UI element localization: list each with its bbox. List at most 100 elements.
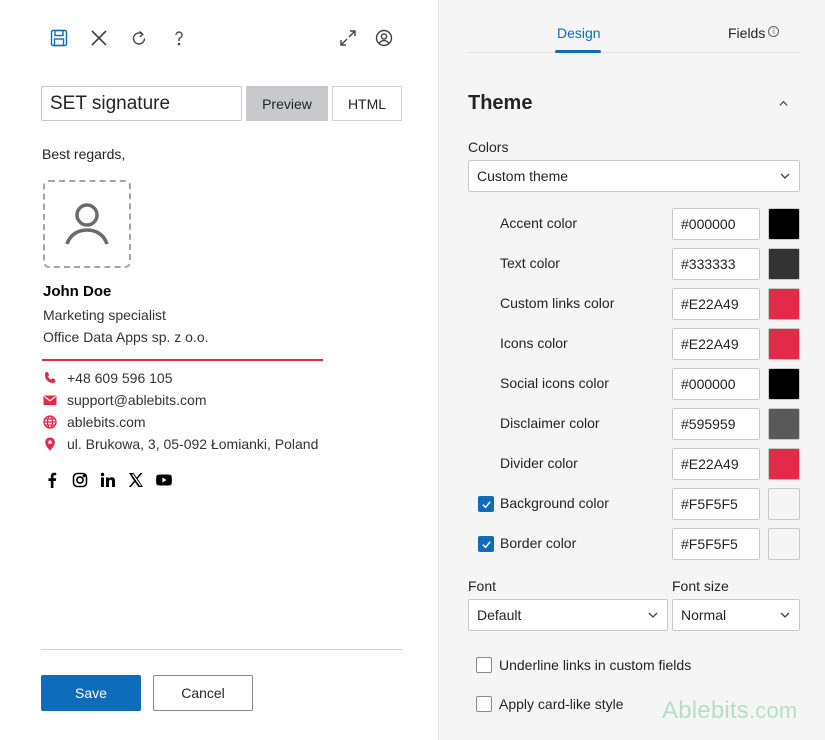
color-row-label: Custom links color [500,295,615,311]
color-row-label: Divider color [500,455,578,471]
colors-dropdown[interactable]: Custom theme [468,160,800,192]
card-style-checkbox[interactable] [476,696,492,712]
color-hex-input[interactable]: #F5F5F5 [672,528,760,560]
expand-icon[interactable] [337,27,359,49]
signature-greeting: Best regards, [42,146,126,162]
section-title-theme: Theme [468,92,533,114]
color-swatch[interactable] [768,448,800,480]
linkedin-icon[interactable] [100,472,116,488]
underline-links-option[interactable]: Underline links in custom fields [476,657,691,673]
color-row-label: Text color [500,255,560,271]
color-row-label: Background color [500,495,609,511]
refresh-icon[interactable] [128,27,150,49]
phone-icon [42,370,58,386]
signature-editor-pane: SET signature Preview HTML Best regards,… [0,0,438,740]
ablebits-logo: Ablebits.com [662,697,798,724]
x-icon[interactable] [128,472,144,488]
color-swatch[interactable] [768,528,800,560]
color-row-label: Accent color [500,215,578,231]
info-icon[interactable]: i [768,26,780,37]
signature-job-title: Marketing specialist [43,307,166,323]
signature-website: ablebits.com [42,414,146,430]
html-button[interactable]: HTML [332,86,402,121]
color-row-checkbox[interactable] [478,496,494,512]
card-style-option[interactable]: Apply card-like style [476,696,624,712]
preview-button[interactable]: Preview [246,86,328,121]
signature-address: ul. Brukowa, 3, 05-092 Łomianki, Poland [42,436,318,452]
color-swatch[interactable] [768,248,800,280]
color-swatch[interactable] [768,328,800,360]
signature-email-text[interactable]: support@ablebits.com [67,392,207,408]
color-swatch[interactable] [768,208,800,240]
color-row-label: Icons color [500,335,568,351]
help-icon[interactable] [168,27,190,49]
font-size-dropdown[interactable]: Normal [672,599,800,631]
instagram-icon[interactable] [72,472,88,488]
color-swatch[interactable] [768,368,800,400]
font-dropdown-value: Default [477,607,522,623]
save-button[interactable]: Save [41,675,141,711]
color-swatch[interactable] [768,288,800,320]
font-size-dropdown-value: Normal [681,607,727,623]
colors-label: Colors [468,139,509,155]
font-dropdown[interactable]: Default [468,599,668,631]
signature-company: Office Data Apps sp. z o.o. [43,329,209,345]
color-swatch[interactable] [768,488,800,520]
tab-design[interactable]: Design [557,25,601,41]
chevron-down-icon [780,612,790,618]
person-icon [65,203,109,245]
font-label: Font [468,578,497,594]
avatar-placeholder[interactable] [43,180,131,268]
font-size-label: Font size [672,578,729,594]
underline-links-checkbox[interactable] [476,657,492,673]
signature-preview: Best regards, John Doe Marketing special… [42,146,332,488]
facebook-icon[interactable] [44,472,60,488]
tab-fields[interactable]: Fields i [728,25,780,41]
color-row: Social icons color #000000 [439,368,825,400]
color-hex-input[interactable]: #E22A49 [672,328,760,360]
chevron-up-icon[interactable] [775,95,791,111]
color-row: Disclaimer color #595959 [439,408,825,440]
signature-website-text[interactable]: ablebits.com [67,414,146,430]
email-icon [42,392,58,408]
card-style-label: Apply card-like style [499,696,624,712]
color-row-label: Disclaimer color [500,415,600,431]
color-row: Border color #F5F5F5 [439,528,825,560]
chevron-down-icon [648,612,658,618]
globe-icon [42,414,58,430]
checkmark-icon [481,540,491,548]
footer-divider [41,649,402,650]
color-hex-input[interactable]: #000000 [672,208,760,240]
color-row-label: Social icons color [500,375,609,391]
location-pin-icon [42,436,58,452]
social-icons [44,472,172,488]
color-hex-input[interactable]: #595959 [672,408,760,440]
color-hex-input[interactable]: #E22A49 [672,448,760,480]
signature-address-text: ul. Brukowa, 3, 05-092 Łomianki, Poland [67,436,319,452]
tab-fields-label: Fields [728,25,766,41]
underline-links-label: Underline links in custom fields [499,657,692,673]
chevron-down-icon [780,173,790,179]
signature-person-name: John Doe [43,283,112,300]
color-row-checkbox[interactable] [478,536,494,552]
account-icon[interactable] [373,27,395,49]
signature-name-input[interactable]: SET signature [41,86,242,121]
panel-tabs: Design Fields i [467,0,800,53]
color-row: Background color #F5F5F5 [439,488,825,520]
signature-email: support@ablebits.com [42,392,207,408]
color-row: Accent color #000000 [439,208,825,240]
close-icon[interactable] [88,27,110,49]
color-row: Icons color #E22A49 [439,328,825,360]
color-hex-input[interactable]: #E22A49 [672,288,760,320]
signature-phone-text: +48 609 596 105 [67,370,173,386]
colors-dropdown-value: Custom theme [477,168,569,184]
color-swatch[interactable] [768,408,800,440]
cancel-button[interactable]: Cancel [153,675,253,711]
save-icon[interactable] [48,27,70,49]
color-hex-input[interactable]: #333333 [672,248,760,280]
youtube-icon[interactable] [156,472,172,488]
color-hex-input[interactable]: #000000 [672,368,760,400]
signature-divider [42,359,323,361]
color-row: Text color #333333 [439,248,825,280]
color-hex-input[interactable]: #F5F5F5 [672,488,760,520]
